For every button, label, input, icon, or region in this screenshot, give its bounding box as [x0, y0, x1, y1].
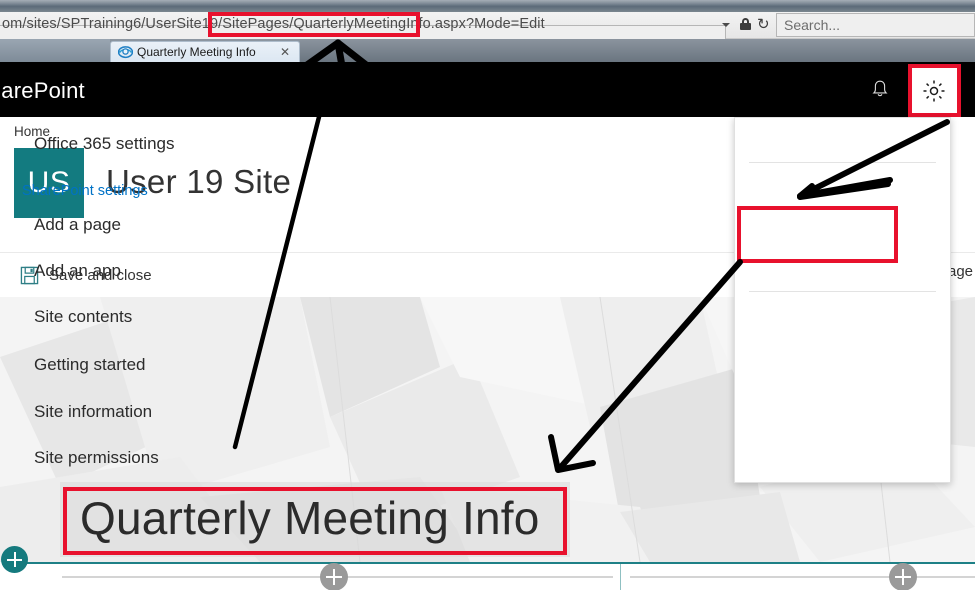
- page-title-highlight-box: [63, 487, 567, 555]
- menu-item-site-permissions[interactable]: Site permissions: [0, 448, 215, 468]
- menu-item-add-a-page[interactable]: Add a page: [0, 215, 215, 235]
- menu-separator: [749, 162, 936, 163]
- menu-item-add-an-app[interactable]: Add an app: [0, 261, 215, 281]
- title-bar-sheen: [0, 0, 975, 6]
- browser-title-bar: [0, 0, 975, 12]
- refresh-icon[interactable]: ↻: [757, 17, 771, 32]
- menu-item-site-information[interactable]: Site information: [0, 402, 215, 422]
- chevron-down-icon[interactable]: [722, 20, 732, 30]
- sharepoint-brand-label[interactable]: SharePoint: [0, 78, 85, 104]
- search-placeholder: Search...: [784, 17, 841, 33]
- column-rule-right: [630, 576, 975, 578]
- menu-item-office-365-settings[interactable]: Office 365 settings: [0, 134, 215, 154]
- tab-strip-right-region: [300, 39, 975, 62]
- add-a-page-highlight-box: [737, 206, 898, 263]
- add-webpart-button-left[interactable]: [320, 563, 348, 590]
- add-webpart-button-right[interactable]: [889, 563, 917, 590]
- menu-item-site-contents[interactable]: Site contents: [0, 307, 215, 327]
- section-accent-rule: [22, 562, 975, 564]
- url-highlight-box: [208, 12, 420, 37]
- menu-link-sharepoint-settings[interactable]: SharePoint settings: [0, 183, 215, 199]
- settings-flyout-menu: [734, 117, 951, 483]
- bell-icon[interactable]: [868, 78, 892, 102]
- screenshot-root: om/sites/SPTraining6/UserSite19/SitePage…: [0, 0, 975, 590]
- tab-strip-left-region: [0, 39, 110, 62]
- internet-explorer-icon: [118, 44, 133, 59]
- menu-item-getting-started[interactable]: Getting started: [0, 355, 215, 375]
- suite-bar: [0, 62, 975, 117]
- close-icon[interactable]: ✕: [280, 45, 290, 59]
- browser-tab-title: Quarterly Meeting Info: [137, 45, 256, 59]
- gear-icon[interactable]: [921, 78, 947, 104]
- column-divider: [620, 564, 621, 590]
- add-section-button[interactable]: [1, 546, 28, 573]
- clipped-add-page-text: age: [948, 263, 974, 280]
- lock-icon: [740, 18, 751, 30]
- menu-separator: [749, 291, 936, 292]
